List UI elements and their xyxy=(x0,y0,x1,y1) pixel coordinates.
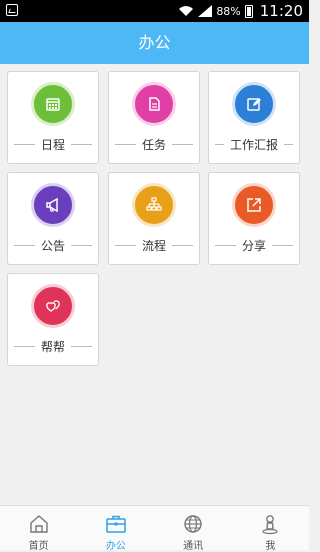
module-label: 任务 xyxy=(142,137,167,152)
module-process[interactable]: 流程 xyxy=(108,172,200,265)
battery-icon xyxy=(244,4,253,18)
module-label: 公告 xyxy=(41,238,66,253)
module-icon-circle xyxy=(31,284,75,328)
module-label: 分享 xyxy=(242,238,267,253)
tab-home[interactable]: 首页 xyxy=(0,506,77,552)
share-icon xyxy=(247,198,261,212)
tab-me[interactable]: 我 xyxy=(232,506,309,552)
calendar-icon xyxy=(46,98,60,111)
tab-contacts[interactable]: 通讯 xyxy=(155,506,232,552)
clock: 11:20 xyxy=(259,2,303,20)
module-announcement[interactable]: 公告 xyxy=(7,172,99,265)
wifi-icon xyxy=(179,6,194,16)
bottom-tab-bar: 首页 办公 通讯 我 xyxy=(0,505,309,552)
app-bar: 办公 xyxy=(0,22,309,64)
module-work-report[interactable]: 工作汇报 xyxy=(208,71,300,164)
battery-percent: 88% xyxy=(216,4,241,18)
module-icon-circle xyxy=(232,82,276,126)
globe-icon xyxy=(184,515,202,533)
module-share[interactable]: 分享 xyxy=(208,172,300,265)
gallery-notification-icon xyxy=(6,4,18,16)
person-icon xyxy=(262,515,278,535)
module-label: 帮帮 xyxy=(41,339,66,354)
module-schedule[interactable]: 日程 xyxy=(7,71,99,164)
megaphone-icon xyxy=(46,197,58,213)
flowchart-icon xyxy=(146,197,162,211)
module-icon-circle xyxy=(31,82,75,126)
signal-icon xyxy=(198,5,213,17)
module-label: 流程 xyxy=(142,238,167,253)
module-icon-circle xyxy=(232,183,276,227)
module-icon-circle xyxy=(132,82,176,126)
hearts-icon xyxy=(46,300,60,312)
tab-office[interactable]: 办公 xyxy=(77,506,154,552)
home-icon xyxy=(29,515,48,533)
module-label: 工作汇报 xyxy=(230,137,279,152)
status-bar: 88% 11:20 xyxy=(0,0,309,22)
edit-icon xyxy=(247,98,261,111)
module-icon-circle xyxy=(132,183,176,227)
page-title: 办公 xyxy=(138,33,171,52)
module-help[interactable]: 帮帮 xyxy=(7,273,99,366)
module-task[interactable]: 任务 xyxy=(108,71,200,164)
module-label: 日程 xyxy=(41,137,66,152)
module-icon-circle xyxy=(31,183,75,227)
status-right: 88% 11:20 xyxy=(178,0,303,22)
document-icon xyxy=(149,97,160,111)
briefcase-icon xyxy=(106,515,126,533)
